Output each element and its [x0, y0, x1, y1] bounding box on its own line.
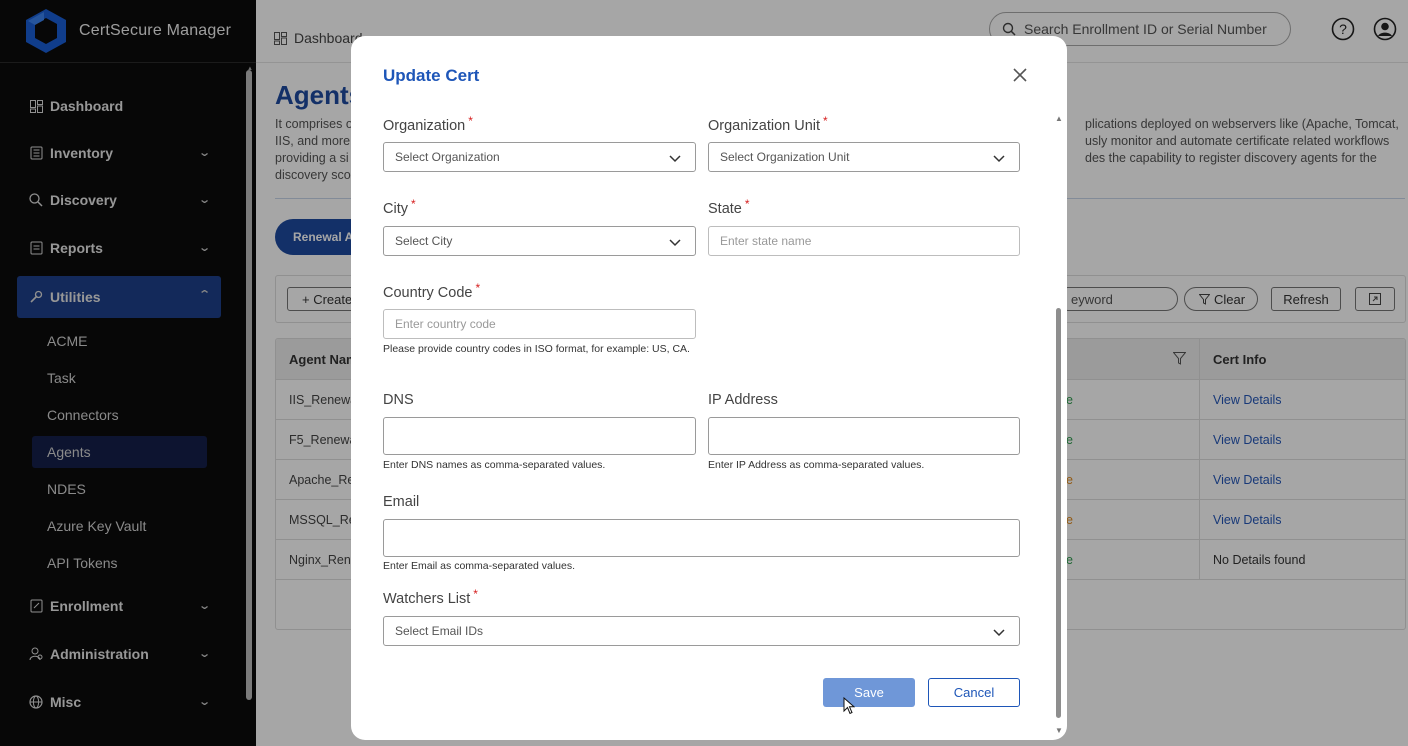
modal-title: Update Cert: [383, 66, 480, 85]
organization-select[interactable]: Select Organization: [383, 142, 696, 172]
required-marker: *: [410, 197, 416, 211]
state-label: State *: [708, 197, 750, 217]
dns-label: DNS: [383, 392, 414, 408]
organization-unit-label: Organization Unit *: [708, 114, 828, 134]
watchers-list-label: Watchers List *: [383, 587, 478, 607]
required-marker: *: [473, 587, 478, 601]
select-placeholder: Select Organization: [395, 150, 500, 164]
country-code-label: Country Code *: [383, 281, 480, 301]
input-placeholder: Enter country code: [395, 317, 496, 331]
ip-address-label: IP Address: [708, 392, 778, 408]
watchers-list-select[interactable]: Select Email IDs: [383, 616, 1020, 646]
required-marker: *: [823, 114, 828, 128]
ip-address-input[interactable]: [708, 417, 1020, 455]
save-button[interactable]: Save: [823, 678, 915, 707]
scroll-up-icon[interactable]: ▲: [1055, 114, 1063, 123]
select-placeholder: Select Email IDs: [395, 624, 484, 638]
country-code-input[interactable]: Enter country code: [383, 309, 696, 339]
cancel-button[interactable]: Cancel: [928, 678, 1020, 707]
mouse-cursor-icon: [843, 696, 856, 715]
close-icon[interactable]: [1011, 66, 1029, 84]
chevron-down-icon: [669, 152, 681, 163]
city-select[interactable]: Select City: [383, 226, 696, 256]
city-label: City *: [383, 197, 416, 217]
label-text: Organization Unit: [708, 118, 821, 134]
chevron-down-icon: [993, 152, 1005, 163]
ip-address-hint: Enter IP Address as comma-separated valu…: [708, 459, 925, 471]
input-placeholder: Enter state name: [720, 234, 812, 248]
label-text: Watchers List: [383, 591, 471, 607]
label-text: Organization: [383, 118, 466, 134]
dns-input[interactable]: [383, 417, 696, 455]
label-text: Country Code: [383, 285, 473, 301]
email-label: Email: [383, 494, 420, 510]
chevron-down-icon: [993, 626, 1005, 637]
label-text: City: [383, 201, 408, 217]
required-marker: *: [468, 114, 473, 128]
select-placeholder: Select Organization Unit: [720, 150, 850, 164]
scroll-down-icon[interactable]: ▼: [1055, 726, 1063, 735]
select-placeholder: Select City: [395, 234, 453, 248]
required-marker: *: [475, 281, 481, 295]
country-code-hint: Please provide country codes in ISO form…: [383, 343, 690, 355]
email-hint: Enter Email as comma-separated values.: [383, 560, 575, 572]
dns-hint: Enter DNS names as comma-separated value…: [383, 459, 606, 471]
organization-unit-select[interactable]: Select Organization Unit: [708, 142, 1020, 172]
update-cert-modal: Update Cert Organization * Select Organiz…: [351, 36, 1067, 740]
state-input[interactable]: Enter state name: [708, 226, 1020, 256]
required-marker: *: [744, 197, 750, 211]
modal-scrollbar[interactable]: [1056, 308, 1061, 718]
chevron-down-icon: [669, 236, 681, 247]
organization-label: Organization *: [383, 114, 473, 134]
label-text: State: [708, 201, 742, 217]
email-input[interactable]: [383, 519, 1020, 557]
